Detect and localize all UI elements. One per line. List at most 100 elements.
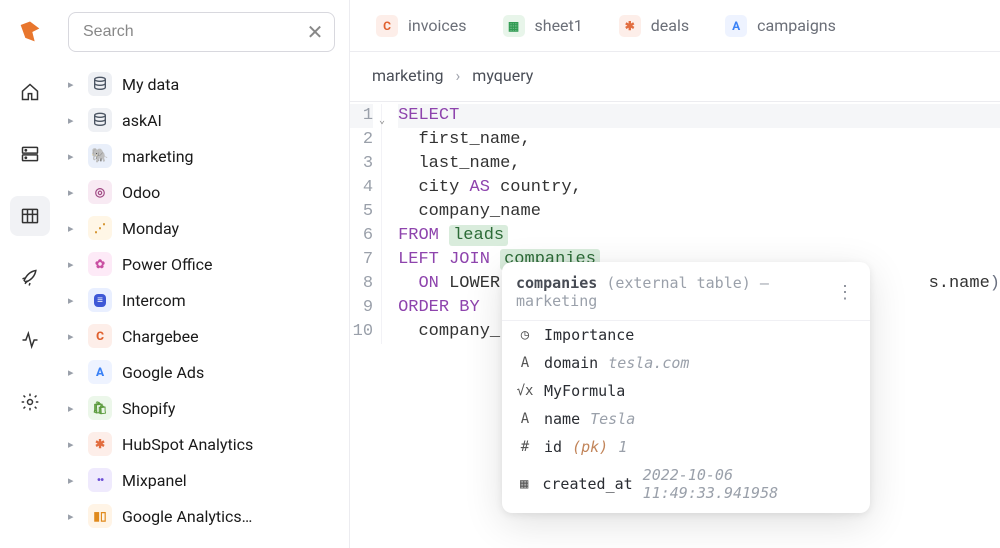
- autocomplete-item[interactable]: ◷ Importance: [502, 321, 870, 349]
- main: Cinvoices▦sheet1✱dealsAcampaigns marketi…: [350, 0, 1000, 548]
- chevron-right-icon: ▸: [68, 258, 78, 271]
- gutter: 1⌄2345678910: [350, 104, 382, 344]
- source-item[interactable]: ▸▮▯Google Analytics…: [66, 498, 337, 534]
- sample-value: 1: [618, 438, 627, 456]
- chevron-right-icon: ▸: [68, 294, 78, 307]
- source-item[interactable]: ▸CChargebee: [66, 318, 337, 354]
- nav-settings[interactable]: [10, 382, 50, 422]
- code-line[interactable]: first_name,: [398, 128, 1000, 152]
- nav-activity[interactable]: [10, 320, 50, 360]
- column-type-icon: ◷: [516, 327, 534, 343]
- chevron-right-icon: ▸: [68, 150, 78, 163]
- tab[interactable]: Acampaigns: [707, 0, 854, 51]
- tab-label: campaigns: [757, 16, 836, 35]
- tab-icon: ✱: [619, 15, 641, 37]
- source-item[interactable]: ▸••Mixpanel: [66, 462, 337, 498]
- source-icon: ••: [88, 468, 112, 492]
- source-item[interactable]: ▸ 🛍 Shopify: [66, 390, 337, 426]
- source-item[interactable]: ▸✱HubSpot Analytics: [66, 426, 337, 462]
- line-number: 10: [350, 320, 373, 344]
- code-line[interactable]: last_name,: [398, 152, 1000, 176]
- tab[interactable]: Cinvoices: [358, 0, 485, 51]
- source-item[interactable]: ▸ My data: [66, 66, 337, 102]
- chevron-right-icon: ▸: [68, 330, 78, 343]
- nav-rocket[interactable]: [10, 258, 50, 298]
- nav-table[interactable]: [10, 196, 50, 236]
- nav-rail: [0, 0, 60, 548]
- line-number: 5: [350, 200, 373, 224]
- source-item[interactable]: ▸⋰Monday: [66, 210, 337, 246]
- logo-icon: [16, 18, 44, 50]
- line-number: 3: [350, 152, 373, 176]
- source-label: Power Office: [122, 255, 213, 274]
- chevron-right-icon: ▸: [68, 366, 78, 379]
- source-item[interactable]: ▸◎Odoo: [66, 174, 337, 210]
- source-icon: A: [88, 360, 112, 384]
- chevron-right-icon: ▸: [68, 78, 78, 91]
- tab[interactable]: ✱deals: [601, 0, 707, 51]
- chevron-right-icon: ▸: [68, 402, 78, 415]
- sidebar: ✕ ▸My data▸askAI▸🐘marketing▸◎Odoo▸⋰Monda…: [60, 0, 350, 548]
- line-number: 1⌄: [350, 104, 373, 128]
- autocomplete-item[interactable]: ▦created_at 2022-10-06 11:49:33.941958: [502, 461, 870, 507]
- source-icon: ✿: [88, 252, 112, 276]
- column-name: Importance: [544, 326, 634, 344]
- code-line[interactable]: city AS country,: [398, 176, 1000, 200]
- source-icon: ≡: [88, 288, 112, 312]
- source-label: Monday: [122, 219, 179, 238]
- line-number: 7: [350, 248, 373, 272]
- column-name: domain: [544, 354, 598, 372]
- autocomplete-item[interactable]: #id (pk) 1: [502, 433, 870, 461]
- line-number: 8: [350, 272, 373, 296]
- source-label: My data: [122, 75, 179, 94]
- chevron-right-icon: ▸: [68, 510, 78, 523]
- search-input[interactable]: [68, 12, 335, 52]
- autocomplete-item[interactable]: Adomain tesla.com: [502, 349, 870, 377]
- source-label: askAI: [122, 111, 162, 130]
- source-icon: 🐘: [88, 144, 112, 168]
- source-icon: [88, 72, 112, 96]
- search-wrap: ✕: [68, 12, 335, 52]
- clear-icon[interactable]: ✕: [303, 20, 327, 44]
- source-icon: [88, 108, 112, 132]
- popup-header: companies (external table) – marketing ⋮: [502, 262, 870, 321]
- tab-icon: A: [725, 15, 747, 37]
- pk-badge: (pk): [572, 438, 608, 456]
- source-label: Google Ads: [122, 363, 204, 382]
- tab[interactable]: ▦sheet1: [485, 0, 601, 51]
- autocomplete-item[interactable]: √xMyFormula: [502, 377, 870, 405]
- source-item[interactable]: ▸ ✿ Power Office: [66, 246, 337, 282]
- column-type-icon: A: [516, 355, 534, 371]
- source-label: Mixpanel: [122, 471, 187, 490]
- autocomplete-item[interactable]: Aname Tesla: [502, 405, 870, 433]
- source-item[interactable]: ▸askAI: [66, 102, 337, 138]
- column-type-icon: √x: [516, 383, 534, 399]
- column-name: name: [544, 410, 580, 428]
- breadcrumb-parent[interactable]: marketing: [372, 66, 444, 85]
- nav-home[interactable]: [10, 72, 50, 112]
- source-label: Intercom: [122, 291, 186, 310]
- source-label: Google Analytics…: [122, 507, 252, 526]
- chevron-right-icon: ▸: [68, 438, 78, 451]
- line-number: 9: [350, 296, 373, 320]
- source-label: Chargebee: [122, 327, 199, 346]
- column-name: id: [544, 438, 562, 456]
- code-line[interactable]: SELECT: [398, 104, 1000, 128]
- source-item[interactable]: ▸ A Google Ads: [66, 354, 337, 390]
- source-icon: 🛍: [88, 396, 112, 420]
- tabs: Cinvoices▦sheet1✱dealsAcampaigns: [350, 0, 1000, 52]
- source-item[interactable]: ▸ 🐘 marketing: [66, 138, 337, 174]
- source-label: HubSpot Analytics: [122, 435, 253, 454]
- nav-server[interactable]: [10, 134, 50, 174]
- code-line[interactable]: company_name: [398, 200, 1000, 224]
- source-label: Odoo: [122, 183, 160, 202]
- code-line[interactable]: FROM leads: [398, 224, 1000, 248]
- source-item[interactable]: ▸ ≡ Intercom: [66, 282, 337, 318]
- column-type-icon: A: [516, 411, 534, 427]
- kebab-icon[interactable]: ⋮: [836, 282, 856, 303]
- source-label: Shopify: [122, 399, 175, 418]
- breadcrumb-current: myquery: [472, 66, 533, 85]
- autocomplete-popup: companies (external table) – marketing ⋮…: [502, 262, 870, 513]
- source-label: marketing: [122, 147, 194, 166]
- fold-icon[interactable]: ⌄: [379, 110, 385, 134]
